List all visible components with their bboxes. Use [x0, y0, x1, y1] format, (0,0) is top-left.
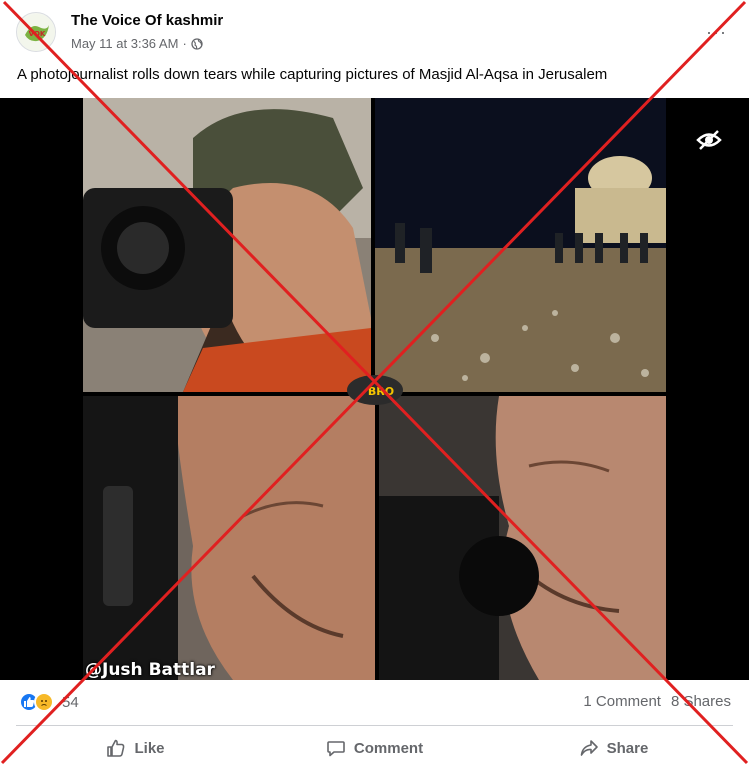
eye-slash-icon[interactable]: [695, 126, 723, 154]
reaction-summary[interactable]: 54: [19, 692, 79, 712]
like-button[interactable]: Like: [16, 731, 255, 765]
page-avatar[interactable]: VOK: [16, 12, 56, 52]
post-meta: May 11 at 3:36 AM ·: [71, 36, 203, 51]
like-label: Like: [134, 739, 165, 757]
photo-collage: @Jush Battlar BRO: [83, 98, 666, 680]
photo-tile-bottom-left: @Jush Battlar: [83, 396, 375, 680]
thumbs-up-icon: [107, 739, 125, 757]
svg-text:BRO: BRO: [368, 385, 394, 398]
sad-icon: [34, 692, 54, 712]
reaction-count: 54: [62, 693, 79, 711]
post-actions: Like Comment Share: [16, 731, 733, 765]
svg-text:VOK: VOK: [29, 30, 46, 38]
engagement-counts: 1 Comment 8 Shares: [583, 693, 731, 710]
comment-count[interactable]: 1 Comment: [583, 693, 661, 710]
share-label: Share: [606, 739, 649, 757]
post-timestamp[interactable]: May 11 at 3:36 AM: [71, 36, 178, 51]
post-media[interactable]: @Jush Battlar BRO: [0, 98, 749, 680]
page-name[interactable]: The Voice Of kashmir: [71, 12, 223, 29]
comment-icon: [327, 741, 345, 757]
share-count[interactable]: 8 Shares: [671, 693, 731, 710]
more-options-button[interactable]: ···: [706, 22, 727, 43]
comment-button[interactable]: Comment: [255, 731, 494, 765]
share-icon: [580, 740, 598, 756]
globe-icon: [191, 37, 203, 50]
image-watermark: @Jush Battlar: [85, 660, 215, 680]
photo-tile-top-right: [375, 98, 666, 392]
share-button[interactable]: Share: [494, 731, 733, 765]
comment-label: Comment: [353, 739, 424, 757]
avatar-logo: VOK: [18, 14, 55, 51]
action-divider: [16, 725, 733, 726]
photo-tile-bottom-right: [379, 396, 666, 680]
photo-tile-top-left: [83, 98, 371, 392]
post-caption: A photojournalist rolls down tears while…: [17, 66, 608, 83]
facebook-post: VOK The Voice Of kashmir May 11 at 3:36 …: [0, 0, 749, 765]
bro-sticker: BRO: [347, 375, 403, 405]
meta-separator: ·: [182, 36, 187, 51]
